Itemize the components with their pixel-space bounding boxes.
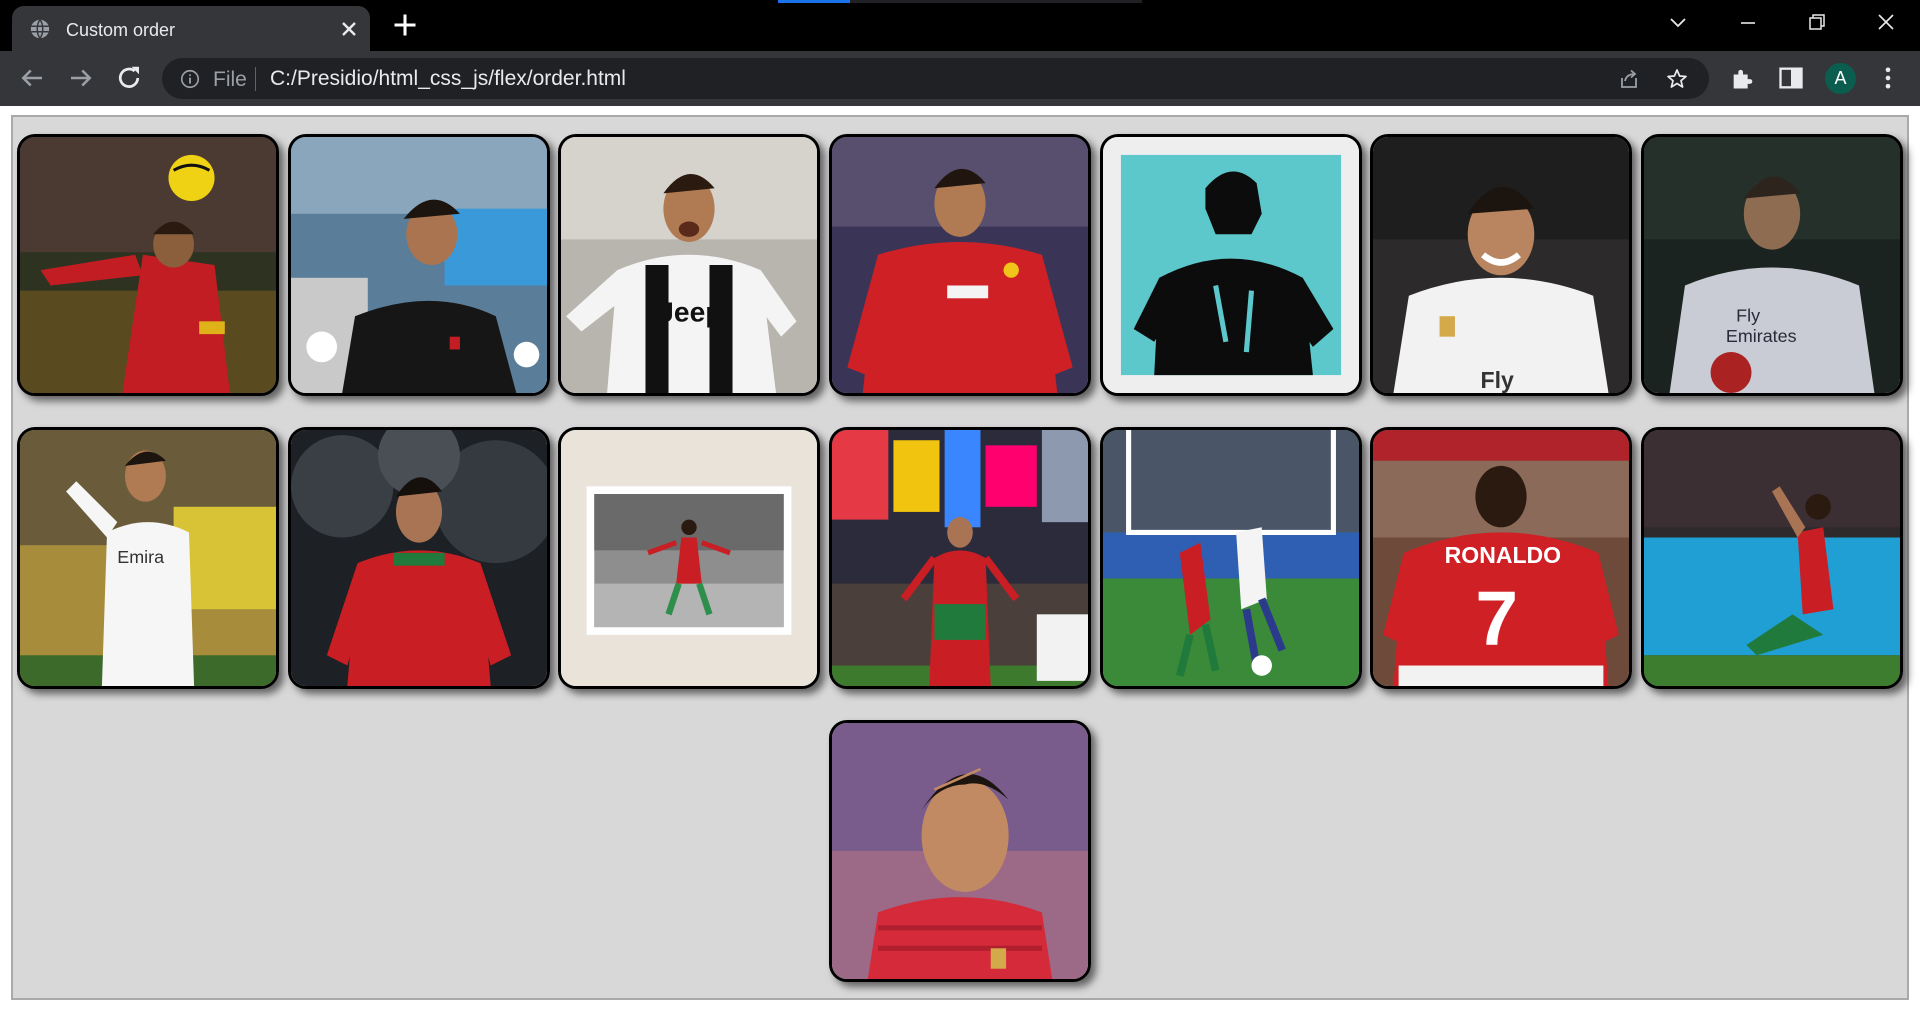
ronaldo-juventus-image: Jeep xyxy=(561,137,818,393)
svg-text:Emirates: Emirates xyxy=(1726,326,1797,346)
ronaldo-framed-pose-image xyxy=(561,430,818,686)
photo-card-ronaldo-framed-celebration-pose xyxy=(558,427,821,689)
plus-icon[interactable] xyxy=(391,11,419,39)
ronaldo-number-7-back-image: RONALDO 7 xyxy=(1373,430,1630,686)
chevron-down-icon[interactable] xyxy=(1663,10,1693,36)
svg-text:7: 7 xyxy=(1475,576,1518,662)
ronaldo-man-utd-image xyxy=(831,137,1088,393)
profile-avatar[interactable]: A xyxy=(1825,63,1856,94)
info-icon[interactable] xyxy=(179,68,201,90)
photo-card-ronaldo-red-kit-heading-ball xyxy=(17,134,280,396)
extensions-icon[interactable] xyxy=(1729,64,1757,92)
ronaldo-black-shirt-image xyxy=(290,137,547,393)
photo-card-ronaldo-portugal-vs-france-match xyxy=(1099,427,1362,689)
ronaldo-kneeling-image xyxy=(1643,430,1900,686)
page-viewport: Jeep Fly Fly Emirates Emira RONALDO 7 xyxy=(0,106,1920,1018)
ronaldo-red-kit-image xyxy=(20,137,277,393)
tab-title: Custom order xyxy=(66,20,176,40)
star-icon[interactable] xyxy=(1665,67,1689,91)
address-divider xyxy=(255,67,256,91)
share-icon[interactable] xyxy=(1617,67,1641,91)
photo-card-ronaldo-manchester-united-number-7-back: RONALDO 7 xyxy=(1370,427,1633,689)
photo-card-ronaldo-dark-real-madrid-portrait: Fly Emirates xyxy=(1640,134,1903,396)
ronaldo-vs-france-image xyxy=(1102,430,1359,686)
svg-text:Emira: Emira xyxy=(118,547,165,567)
minimize-icon[interactable] xyxy=(1733,10,1763,36)
loading-indicator xyxy=(778,0,1142,3)
photo-card-ronaldo-kneeling-prayer xyxy=(1640,427,1903,689)
browser-toolbar: File C:/Presidio/html_css_js/flex/order.… xyxy=(0,51,1920,106)
svg-text:RONALDO: RONALDO xyxy=(1445,542,1561,568)
svg-text:Fly: Fly xyxy=(1481,367,1514,393)
photo-card-ronaldo-portugal-dark-clouds xyxy=(287,427,550,689)
ronaldo-dark-portrait-image: Fly Emirates xyxy=(1643,137,1900,393)
photo-card-ronaldo-real-madrid-pointing: Emira xyxy=(17,427,280,689)
photo-card-ronaldo-portugal-city-billboards xyxy=(828,427,1091,689)
url-scheme-label: File xyxy=(213,68,247,91)
kebab-menu-icon[interactable] xyxy=(1874,64,1902,92)
reload-icon[interactable] xyxy=(114,63,144,93)
svg-text:Fly: Fly xyxy=(1736,305,1760,325)
window-close-icon[interactable] xyxy=(1871,10,1901,36)
photo-card-ronaldo-teal-stencil-art xyxy=(1099,134,1362,396)
photo-card-ronaldo-portugal-headshot xyxy=(829,720,1091,982)
close-icon[interactable] xyxy=(337,17,361,41)
back-arrow-icon[interactable] xyxy=(17,63,47,93)
photo-card-ronaldo-real-madrid-white-smiling: Fly xyxy=(1370,134,1633,396)
svg-text:Jeep: Jeep xyxy=(659,296,723,327)
ronaldo-dark-clouds-image xyxy=(290,430,547,686)
restore-icon[interactable] xyxy=(1801,10,1831,36)
address-bar[interactable]: File C:/Presidio/html_css_js/flex/order.… xyxy=(162,58,1709,99)
ronaldo-headshot-image xyxy=(832,723,1088,979)
photo-card-ronaldo-juventus-jeep-kit: Jeep xyxy=(558,134,821,396)
flex-container: Jeep Fly Fly Emirates Emira RONALDO 7 xyxy=(11,115,1909,1000)
side-panel-icon[interactable] xyxy=(1777,64,1805,92)
browser-tab[interactable]: Custom order xyxy=(12,6,370,51)
ronaldo-real-madrid-smile-image: Fly xyxy=(1373,137,1630,393)
photo-card-ronaldo-black-training-shirt xyxy=(287,134,550,396)
url-text[interactable]: C:/Presidio/html_css_js/flex/order.html xyxy=(270,67,626,91)
ronaldo-city-billboards-image xyxy=(831,430,1088,686)
forward-arrow-icon[interactable] xyxy=(66,63,96,93)
ronaldo-stencil-image xyxy=(1102,137,1359,393)
photo-card-ronaldo-manchester-united-red xyxy=(828,134,1091,396)
globe-icon xyxy=(30,19,50,39)
ronaldo-pointing-image: Emira xyxy=(20,430,277,686)
tab-strip: Custom order xyxy=(0,0,1920,51)
